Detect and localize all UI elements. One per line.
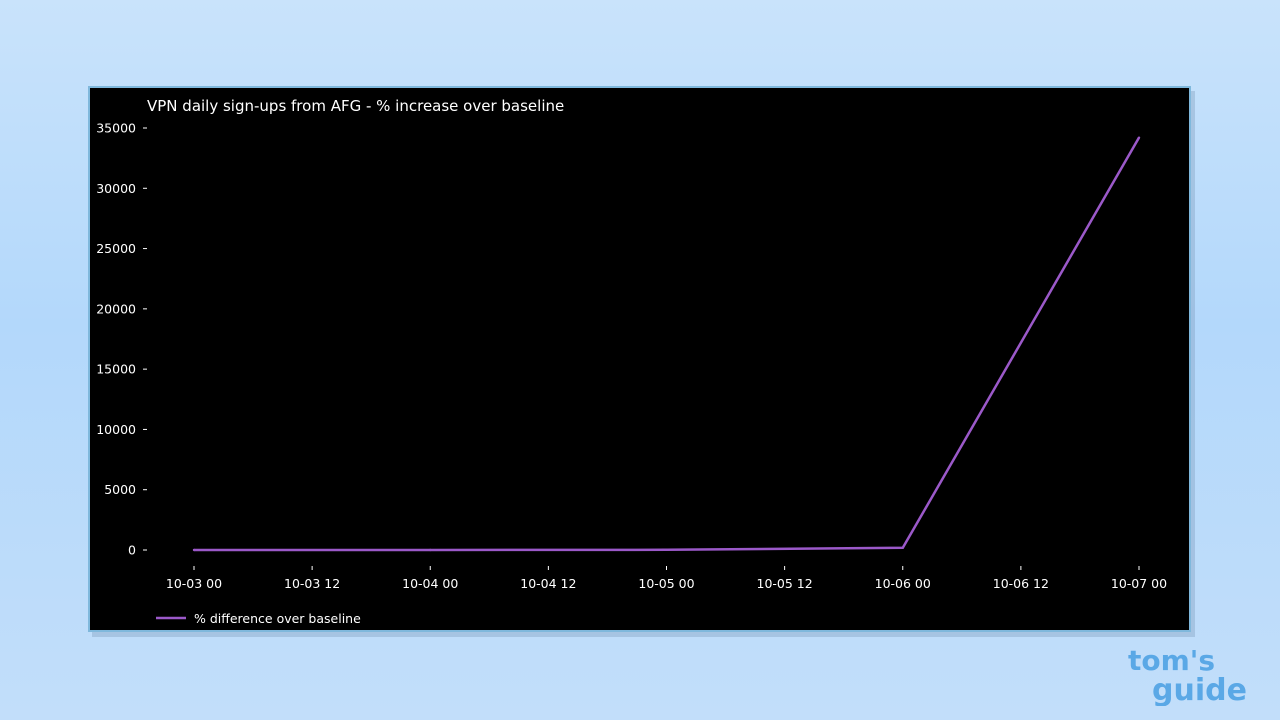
x-tick-label: 10-05 12	[757, 576, 813, 591]
y-tick-label: 25000	[96, 241, 136, 256]
y-tick-label: 30000	[96, 181, 136, 196]
x-tick-label: 10-06 00	[875, 576, 931, 591]
y-tick-label: 20000	[96, 301, 136, 316]
legend-label: % difference over baseline	[194, 611, 361, 626]
x-axis: 10-03 00 10-03 12 10-04 00 10-04 12 10-05 00…	[166, 566, 1167, 591]
data-point	[665, 548, 668, 551]
y-tick-label: 10000	[96, 422, 136, 437]
legend: % difference over baseline	[156, 611, 361, 626]
y-tick-label: 35000	[96, 121, 136, 136]
x-tick-label: 10-04 12	[520, 576, 576, 591]
logo-text-guide: guide	[1152, 673, 1247, 706]
series-line-pct-difference	[194, 136, 1141, 552]
data-point	[429, 548, 432, 552]
data-point	[901, 546, 904, 550]
y-axis: 0 5000 10000 15000 20000 25000 30000 35000	[96, 121, 147, 558]
x-tick-label: 10-04 00	[402, 576, 458, 591]
chart-panel: VPN daily sign-ups from AFG - % increase…	[88, 86, 1191, 632]
data-point	[1137, 136, 1141, 139]
plot-area	[192, 136, 1141, 552]
line-chart: VPN daily sign-ups from AFG - % increase…	[96, 97, 1167, 626]
y-tick-label: 5000	[104, 482, 136, 497]
y-tick-label: 15000	[96, 362, 136, 377]
chart-title: VPN daily sign-ups from AFG - % increase…	[147, 97, 564, 115]
x-tick-label: 10-03 12	[284, 576, 340, 591]
y-tick-label: 0	[128, 543, 136, 558]
x-tick-label: 10-06 12	[993, 576, 1049, 591]
toms-guide-logo: tom's guide	[1128, 644, 1247, 706]
x-tick-label: 10-07 00	[1111, 576, 1167, 591]
data-point	[192, 548, 196, 552]
x-tick-label: 10-05 00	[638, 576, 694, 591]
x-tick-label: 10-03 00	[166, 576, 222, 591]
